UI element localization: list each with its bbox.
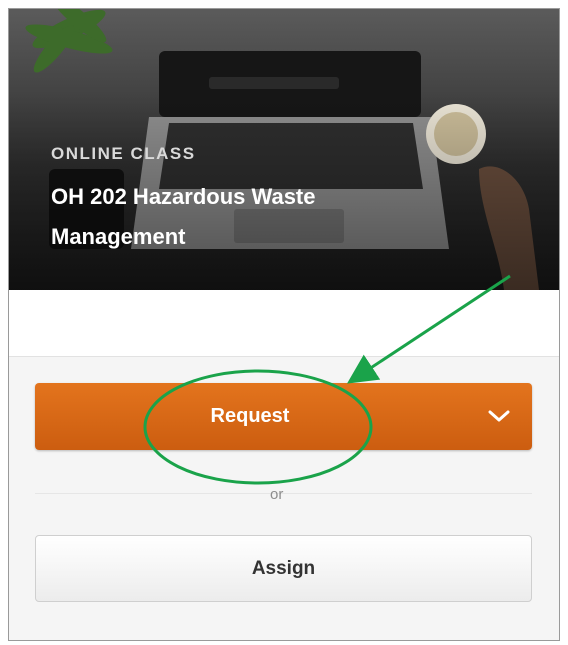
course-type-label: ONLINE CLASS <box>51 144 196 163</box>
or-divider <box>35 493 532 494</box>
chevron-down-icon[interactable] <box>485 403 513 429</box>
course-hero-image: ONLINE CLASS OH 202 Hazardous Waste Mana… <box>9 9 559 290</box>
request-button-label: Request <box>210 405 290 427</box>
course-title: OH 202 Hazardous Waste Management <box>51 184 316 249</box>
request-button[interactable]: Request <box>35 383 532 450</box>
or-separator-text: or <box>270 486 284 503</box>
assign-button[interactable]: Assign <box>35 535 532 602</box>
card-spacer <box>9 290 559 356</box>
